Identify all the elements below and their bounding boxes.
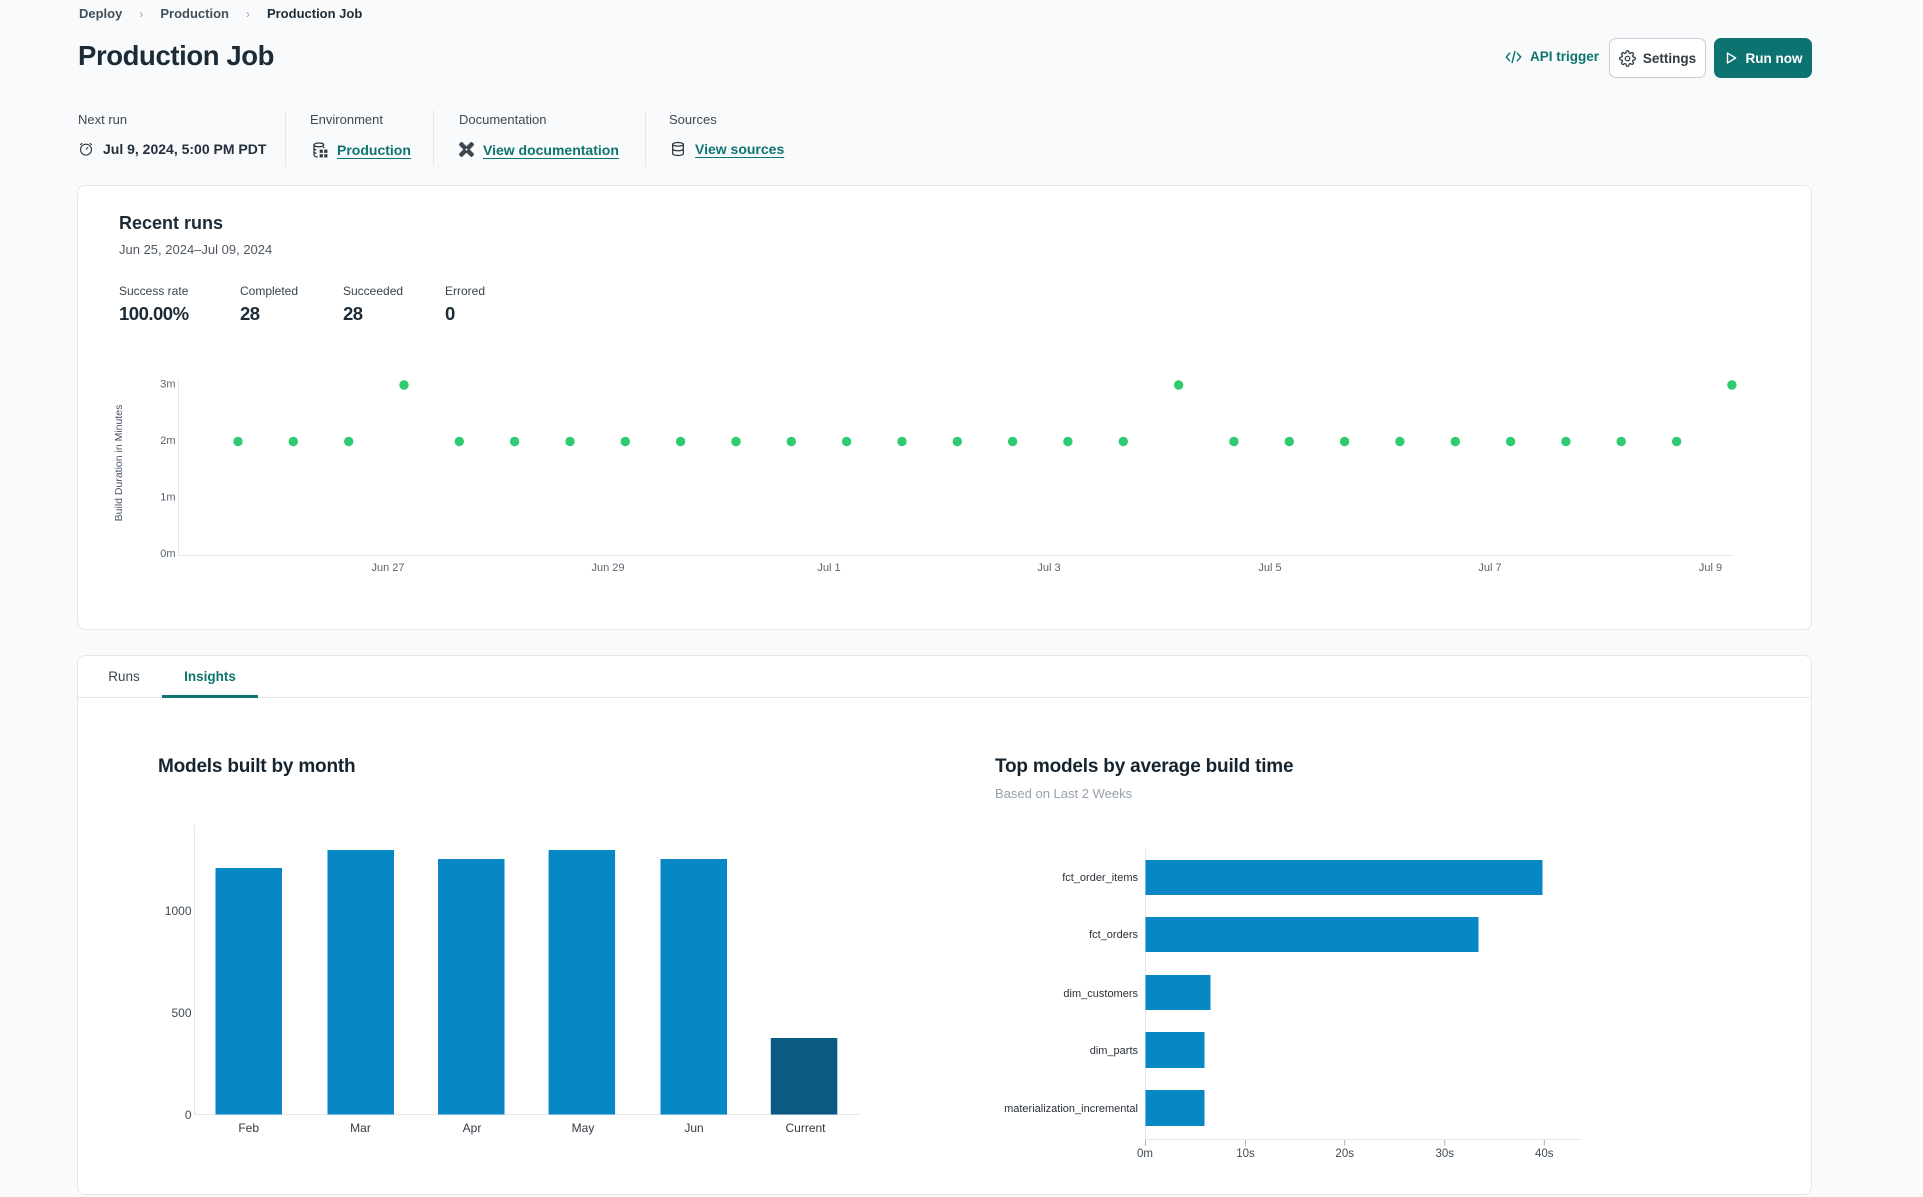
svg-text:dim_parts: dim_parts — [1090, 1045, 1139, 1057]
svg-text:Jun 27: Jun 27 — [371, 562, 404, 574]
svg-text:30s: 30s — [1436, 1148, 1455, 1160]
svg-text:0m: 0m — [1137, 1148, 1153, 1160]
svg-text:1m: 1m — [160, 492, 175, 504]
svg-text:Build Duration in Minutes: Build Duration in Minutes — [113, 405, 125, 522]
svg-text:1000: 1000 — [165, 904, 192, 918]
svg-text:500: 500 — [171, 1006, 191, 1020]
svg-text:Jul 7: Jul 7 — [1478, 562, 1501, 574]
svg-text:fct_order_items: fct_order_items — [1062, 872, 1138, 884]
svg-text:40s: 40s — [1535, 1148, 1554, 1160]
svg-text:0: 0 — [185, 1108, 192, 1122]
svg-text:0m: 0m — [160, 548, 175, 560]
svg-text:2m: 2m — [160, 435, 175, 447]
svg-text:Feb: Feb — [238, 1121, 259, 1135]
svg-text:May: May — [572, 1121, 595, 1135]
svg-text:dim_customers: dim_customers — [1063, 988, 1138, 1000]
svg-text:Jul 3: Jul 3 — [1037, 562, 1060, 574]
svg-text:Jun 29: Jun 29 — [591, 562, 624, 574]
svg-text:Current: Current — [785, 1121, 826, 1135]
svg-text:10s: 10s — [1236, 1148, 1255, 1160]
svg-text:materialization_incremental: materialization_incremental — [1004, 1103, 1138, 1115]
svg-text:3m: 3m — [160, 379, 175, 391]
svg-text:Jul 9: Jul 9 — [1699, 562, 1722, 574]
svg-text:fct_orders: fct_orders — [1089, 929, 1138, 941]
svg-text:Jun: Jun — [684, 1121, 703, 1135]
svg-text:Jul 5: Jul 5 — [1258, 562, 1281, 574]
svg-text:Mar: Mar — [350, 1121, 371, 1135]
svg-text:20s: 20s — [1335, 1148, 1354, 1160]
svg-text:Jul 1: Jul 1 — [817, 562, 840, 574]
svg-text:Apr: Apr — [463, 1121, 482, 1135]
